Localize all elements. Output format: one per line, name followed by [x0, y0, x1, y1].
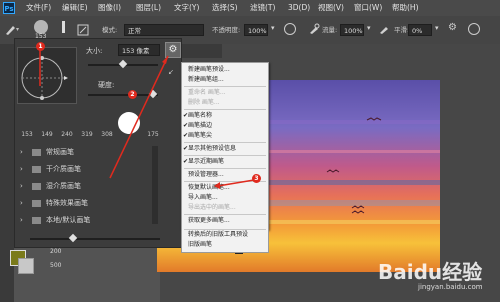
baidu-watermark: Baidu经验 jingyan.baidu.com: [378, 256, 498, 296]
annotation-arrow-2: [109, 55, 169, 179]
annotation-arrowhead-2: [162, 56, 168, 64]
annotation-arrowhead-3: [214, 182, 220, 189]
annotation-arrow-3: [217, 179, 255, 187]
watermark-url: jingyan.baidu.com: [418, 283, 483, 291]
watermark-text: Baidu经验: [378, 260, 483, 284]
